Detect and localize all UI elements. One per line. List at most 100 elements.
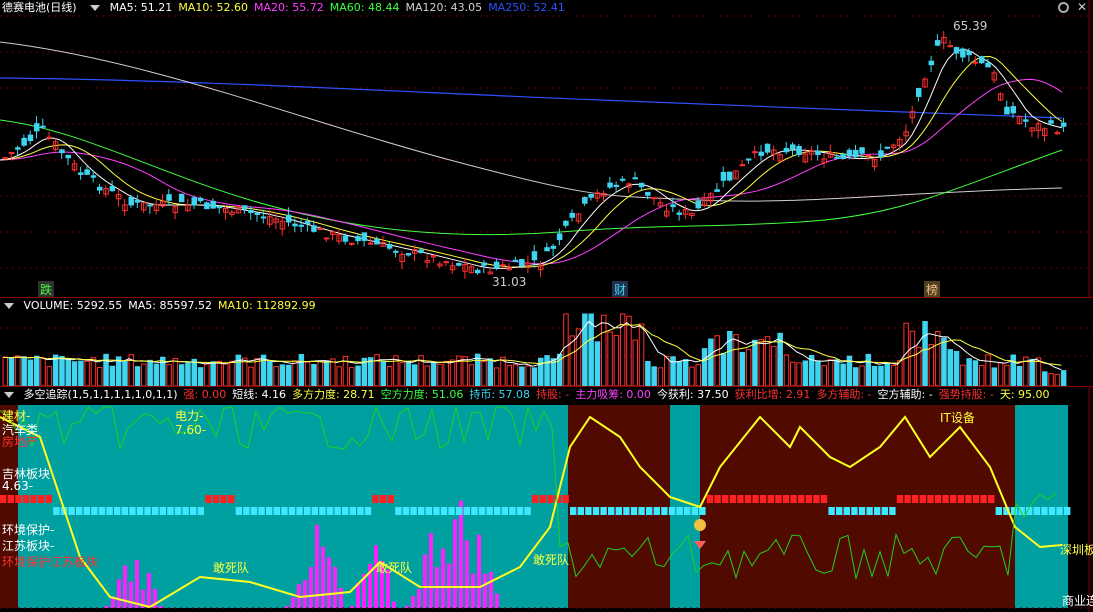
candle-body bbox=[1048, 120, 1054, 124]
candle-body bbox=[783, 147, 790, 153]
volume-bar bbox=[273, 366, 279, 386]
stock-title: 德赛电池(日线) bbox=[2, 1, 77, 14]
signal-block bbox=[296, 507, 303, 515]
volume-bar bbox=[59, 355, 65, 386]
signal-block bbox=[167, 507, 174, 515]
signal-block bbox=[281, 507, 288, 515]
candle-body bbox=[323, 237, 330, 240]
volume-bar bbox=[708, 338, 714, 386]
volume-signal-bar bbox=[495, 593, 499, 608]
signal-block bbox=[380, 495, 387, 503]
signal-block bbox=[258, 507, 265, 515]
volume-bar bbox=[714, 335, 720, 386]
signal-block bbox=[304, 507, 311, 515]
volume-bar bbox=[336, 366, 342, 386]
candle-body bbox=[645, 191, 651, 196]
volume-bar bbox=[626, 315, 632, 386]
candle-body bbox=[846, 149, 853, 157]
signal-block bbox=[1033, 507, 1040, 515]
event-marker-die[interactable]: 跌 bbox=[38, 281, 55, 297]
signal-block bbox=[699, 507, 706, 515]
signal-block bbox=[881, 507, 888, 515]
volume-bar bbox=[8, 357, 15, 386]
candle-body bbox=[972, 61, 979, 64]
signal-panel[interactable]: 多空追踪(1,5,1,1,1,1,1,0,1,1) 强: 0.00 短线: 4.16… bbox=[0, 387, 1093, 612]
candle-body bbox=[960, 48, 966, 58]
sector-label: 敢死队 bbox=[533, 553, 570, 567]
candle-body bbox=[418, 249, 424, 253]
volume-bar bbox=[481, 361, 487, 386]
candle-body bbox=[544, 247, 550, 252]
volume-bar bbox=[682, 359, 689, 386]
price-panel[interactable]: 德赛电池(日线) MA5: 51.21 MA10: 52.60 MA20: 55.7… bbox=[0, 0, 1093, 297]
signal-block bbox=[30, 495, 37, 503]
volume-bar bbox=[235, 354, 242, 386]
signal-block bbox=[585, 507, 592, 515]
candle-body bbox=[386, 244, 393, 249]
candle-body bbox=[853, 149, 859, 158]
volume-signal-bar bbox=[453, 519, 457, 608]
signal-block bbox=[486, 507, 493, 515]
candle-body bbox=[859, 147, 865, 154]
signal-indicator-list: 多空追踪(1,5,1,1,1,1,1,0,1,1) 强: 0.00 短线: 4.16… bbox=[24, 388, 1056, 401]
candle-body bbox=[878, 150, 884, 157]
candle-body bbox=[670, 204, 676, 208]
signal-block bbox=[904, 495, 911, 503]
signal-block bbox=[615, 507, 622, 515]
volume-bar bbox=[1010, 354, 1016, 386]
volume-bar bbox=[638, 323, 645, 386]
volume-header: VOLUME: 5292.55 MA5: 85597.52 MA10: 112892… bbox=[0, 298, 1093, 314]
candle-body bbox=[695, 200, 701, 209]
volume-bar bbox=[103, 353, 109, 386]
volume-bar bbox=[349, 367, 355, 386]
event-marker-bang[interactable]: 榜 bbox=[924, 281, 941, 297]
signal-block bbox=[722, 495, 729, 503]
volume-bar bbox=[254, 357, 260, 386]
candle-body bbox=[947, 45, 953, 48]
candle-body bbox=[2, 157, 8, 160]
volume-bar bbox=[752, 339, 758, 386]
candle-body bbox=[456, 262, 462, 266]
sector-label: 敢死队 bbox=[213, 561, 250, 575]
volume-bar bbox=[71, 361, 78, 386]
volume-signal-bar bbox=[333, 566, 337, 608]
volume-bar bbox=[223, 363, 229, 386]
dropdown-icon[interactable] bbox=[90, 5, 101, 11]
signal-block bbox=[684, 507, 691, 515]
volume-signal-bar bbox=[417, 589, 421, 608]
ma120-line bbox=[0, 41, 1063, 202]
volume-signal-bar bbox=[483, 573, 487, 608]
signal-block bbox=[646, 507, 653, 515]
dropdown-icon[interactable] bbox=[4, 392, 14, 398]
volume-panel[interactable]: VOLUME: 5292.55 MA5: 85597.52 MA10: 112892… bbox=[0, 298, 1093, 386]
signal-block bbox=[539, 495, 546, 503]
price-chart[interactable] bbox=[0, 0, 1093, 297]
volume-bar bbox=[815, 360, 821, 386]
indicator-value: 今获利: 37.50 bbox=[656, 388, 729, 401]
candle-body bbox=[248, 210, 254, 214]
candle-body bbox=[46, 136, 53, 139]
dropdown-icon[interactable] bbox=[4, 303, 14, 309]
candle-body bbox=[550, 245, 557, 249]
volume-bar bbox=[267, 360, 273, 386]
volume-bar bbox=[52, 354, 59, 386]
volume-bar bbox=[928, 343, 935, 386]
event-marker-cai[interactable]: 财 bbox=[612, 281, 629, 297]
ma5-line bbox=[0, 49, 1063, 269]
candle-body bbox=[632, 177, 638, 180]
volume-bar bbox=[1042, 371, 1048, 386]
signal-chart[interactable] bbox=[0, 387, 1093, 612]
signal-block bbox=[524, 507, 531, 515]
high-price-label: 65.39 bbox=[953, 19, 988, 33]
volume-bar bbox=[153, 363, 160, 386]
signal-block bbox=[805, 495, 812, 503]
volume-bar bbox=[890, 364, 897, 386]
money-bag-icon bbox=[694, 519, 706, 531]
candle-body bbox=[928, 60, 935, 66]
volume-bar bbox=[802, 360, 809, 386]
signal-block bbox=[68, 507, 75, 515]
signal-block bbox=[836, 507, 843, 515]
volume-signal-bar bbox=[135, 559, 139, 608]
indicator-value: 获利比增: 2.91 bbox=[734, 388, 811, 401]
candle-body bbox=[65, 154, 71, 159]
